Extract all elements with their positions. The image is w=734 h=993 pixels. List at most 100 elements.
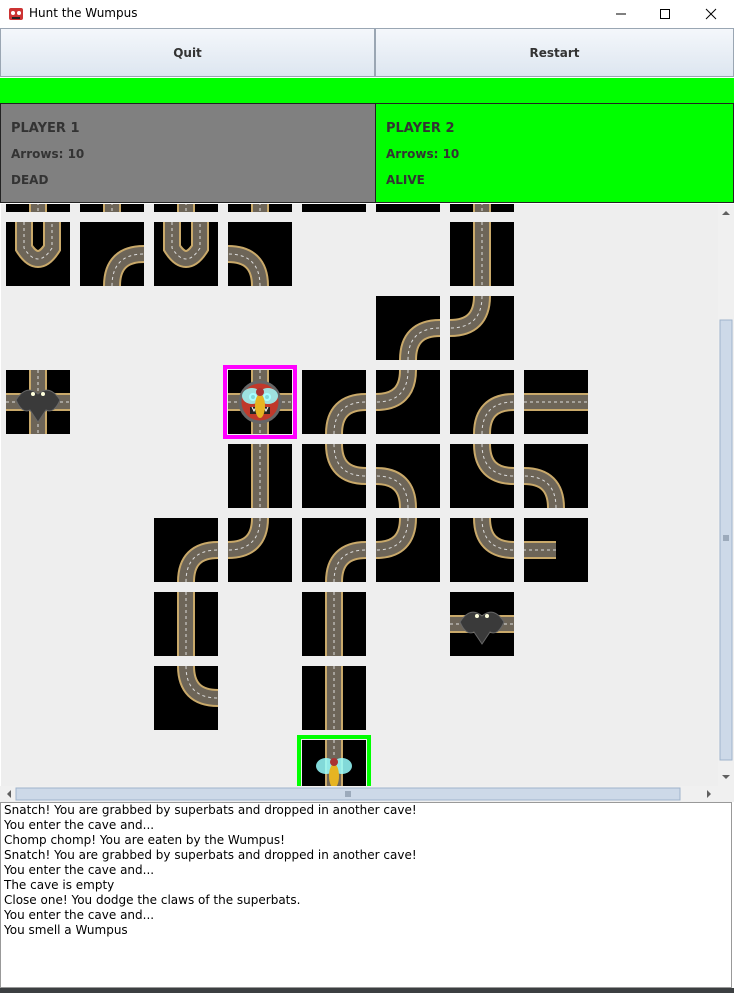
tunnel-icon (376, 204, 440, 212)
cave-tile[interactable] (228, 518, 292, 582)
cave-tile[interactable] (524, 444, 588, 508)
cave-tile[interactable] (154, 222, 218, 286)
cave-tile[interactable] (154, 592, 218, 656)
scroll-down-icon (722, 775, 730, 779)
tunnel-icon (103, 245, 144, 286)
tunnel-icon (450, 296, 491, 337)
scrollbar-track (719, 211, 733, 779)
tunnel-icon (316, 740, 352, 786)
cave-tile[interactable] (302, 740, 366, 786)
scroll-left-icon (7, 790, 11, 798)
tunnel-icon (325, 444, 366, 485)
tunnel-icon (228, 518, 269, 559)
minimize-button[interactable] (598, 0, 644, 28)
tunnel-icon (524, 393, 588, 411)
tunnel-icon (177, 592, 195, 656)
tunnel-icon (103, 204, 121, 212)
tunnel-icon (15, 222, 61, 268)
tunnel-icon (376, 518, 417, 559)
tunnel-icon (325, 666, 343, 730)
quit-button[interactable]: Quit (0, 28, 375, 77)
cave-tile[interactable] (302, 204, 366, 212)
player2-name: PLAYER 2 (386, 121, 455, 136)
tunnel-icon (473, 393, 514, 434)
log-line: You enter the cave and... (4, 908, 155, 922)
superbat-icon (15, 389, 61, 423)
scroll-up-icon (722, 211, 730, 215)
cave-tile[interactable] (524, 518, 588, 582)
tunnel-icon (325, 393, 366, 434)
cave-tile[interactable] (450, 592, 514, 656)
cave-tile[interactable] (376, 370, 440, 434)
tunnel-icon (473, 518, 514, 559)
cave-tile[interactable] (228, 204, 292, 212)
cave-tile[interactable] (376, 518, 440, 582)
wumpus-app-icon (9, 8, 23, 20)
cave-tile[interactable] (80, 204, 144, 212)
tunnel-icon (228, 245, 269, 286)
cave-tile[interactable] (228, 222, 292, 286)
cave-tile[interactable] (6, 204, 70, 212)
player2-panel: PLAYER 2 Arrows: 10 ALIVE (375, 103, 734, 203)
log-line: Snatch! You are grabbed by superbats and… (4, 803, 417, 817)
player1-arrows: Arrows: 10 (11, 147, 85, 161)
cave-tile[interactable] (6, 370, 70, 434)
close-icon (705, 8, 717, 20)
maximize-button[interactable] (642, 0, 688, 28)
cave-tile[interactable] (302, 370, 366, 434)
log-line: Close one! You dodge the claws of the su… (4, 893, 301, 907)
cave-tile[interactable] (154, 666, 218, 730)
cave-tile[interactable] (450, 296, 514, 360)
tunnel-icon (6, 370, 70, 434)
player2-arrows: Arrows: 10 (386, 147, 460, 161)
cave-tile[interactable] (302, 666, 366, 730)
superbat-icon (459, 611, 505, 645)
restart-button[interactable]: Restart (375, 28, 734, 77)
cave-tile[interactable] (376, 296, 440, 360)
cave-tile[interactable] (6, 222, 70, 286)
tunnel-icon (376, 370, 417, 411)
cave-tile[interactable] (302, 518, 366, 582)
tunnel-icon (376, 467, 417, 508)
cave-tile[interactable] (302, 592, 366, 656)
tunnel-icon (29, 204, 47, 212)
cave-map[interactable] (1, 204, 718, 786)
message-log[interactable]: Snatch! You are grabbed by superbats and… (0, 802, 732, 988)
tunnel-icon (399, 319, 440, 360)
log-line: You smell a Wumpus (4, 923, 128, 937)
cave-tile[interactable] (228, 444, 292, 508)
cave-tile[interactable] (450, 370, 514, 434)
cave-tile[interactable] (450, 204, 514, 212)
tunnel-icon (325, 592, 343, 656)
vertical-scrollbar[interactable] (718, 204, 734, 786)
cave-tile[interactable] (154, 204, 218, 212)
cave-tile[interactable] (524, 370, 588, 434)
cave-tile[interactable] (376, 444, 440, 508)
scroll-right-icon (707, 790, 711, 798)
cave-tile[interactable] (302, 444, 366, 508)
tunnel-icon (524, 467, 565, 508)
window-title: Hunt the Wumpus (29, 6, 138, 20)
tunnel-icon (473, 204, 491, 212)
cave-tile[interactable] (80, 222, 144, 286)
tunnel-icon (524, 541, 556, 559)
cave-tile[interactable] (450, 518, 514, 582)
ide-toolbar-strip (0, 988, 734, 993)
tunnel-icon (450, 611, 514, 645)
log-line: Chomp chomp! You are eaten by the Wumpus… (4, 833, 285, 847)
cave-tile[interactable] (376, 204, 440, 212)
tunnel-icon (473, 444, 514, 485)
tunnel-icon (228, 370, 292, 434)
cave-tile[interactable] (450, 222, 514, 286)
tunnel-icon (473, 222, 491, 286)
player-icon (316, 758, 352, 786)
cave-tile[interactable] (228, 370, 292, 434)
cave-tile[interactable] (450, 444, 514, 508)
player1-name: PLAYER 1 (11, 121, 80, 136)
log-line: You enter the cave and... (4, 818, 155, 832)
close-button[interactable] (688, 0, 734, 28)
horizontal-scrollbar[interactable] (0, 786, 718, 802)
title-bar: Hunt the Wumpus (0, 0, 734, 28)
tunnel-icon (325, 541, 366, 582)
cave-tile[interactable] (154, 518, 218, 582)
